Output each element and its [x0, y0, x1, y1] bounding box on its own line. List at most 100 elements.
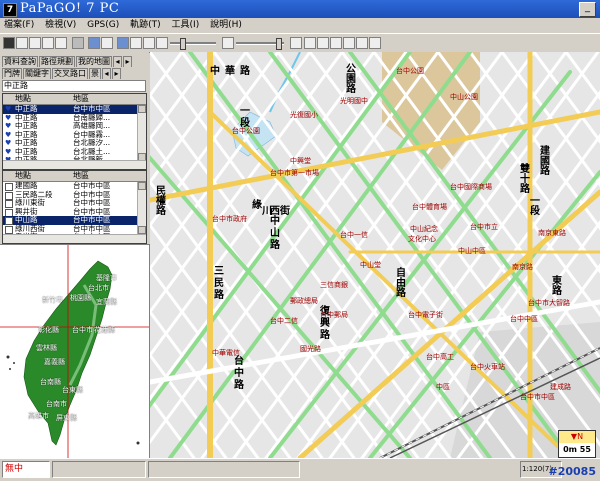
search-road-field[interactable]: 中正路	[2, 80, 146, 92]
place-label[interactable]: 中山堂	[360, 260, 381, 270]
zoom-slider-thumb[interactable]	[276, 38, 282, 50]
tab-house-number[interactable]: 門牌	[2, 68, 22, 79]
cross-road-list[interactable]: 地點 地區 建國路 台中市中區 三民路二段 台中市中區 綠川東街 台中市中區 興井街 台中市中…	[2, 170, 147, 244]
menu-tools[interactable]: 工具(I)	[168, 18, 204, 33]
papago-icon[interactable]	[3, 37, 15, 49]
location-pin-icon: ♥	[5, 122, 12, 130]
place-label[interactable]: 台中高工	[426, 352, 454, 362]
compass-box[interactable]: ▼N 0m 55	[558, 430, 596, 458]
place-label[interactable]: 台中郵局	[320, 310, 348, 320]
place-label[interactable]: 台中中區	[510, 314, 538, 324]
scroll-up-icon[interactable]	[138, 105, 146, 113]
place-label[interactable]: 台中國際商場	[450, 182, 492, 192]
cross-list-scrollbar[interactable]	[137, 182, 146, 234]
cross-list-col-name[interactable]: 地點	[15, 171, 31, 181]
place-label[interactable]: 三信商銀	[320, 280, 348, 290]
stop-icon[interactable]	[156, 37, 168, 49]
place-label[interactable]: 南京東路	[538, 228, 566, 238]
place-label[interactable]: 中山中區	[458, 246, 486, 256]
place-label[interactable]: 台中電子街	[408, 310, 443, 320]
place-label[interactable]: 光明國中	[340, 96, 368, 106]
menu-track[interactable]: 軌跡(T)	[126, 18, 165, 33]
place-label[interactable]: 台中體育場	[412, 202, 447, 212]
status-bar: 無中 1:120(7)	[0, 458, 600, 481]
place-label[interactable]: 中山紀念	[410, 224, 438, 234]
tab-scenic[interactable]: 景	[89, 68, 101, 79]
road-name-char: 街	[280, 206, 290, 217]
play-icon[interactable]	[130, 37, 142, 49]
road-name-char: 路	[346, 84, 356, 95]
tab2-scroll-left-icon[interactable]: ◂	[102, 68, 111, 79]
place-label[interactable]: 建成路	[550, 382, 571, 392]
zoom-fit-icon[interactable]	[343, 37, 355, 49]
road-list-col-area[interactable]: 地區	[73, 94, 89, 104]
minimize-button[interactable]: _	[579, 2, 596, 17]
place-label[interactable]: 台中公園	[396, 66, 424, 76]
speed-slider-track[interactable]	[170, 42, 216, 45]
road-name-char: 路	[156, 206, 166, 217]
place-label[interactable]: 台中市大智路	[528, 298, 570, 308]
place-label[interactable]: 台中市第一市場	[270, 168, 319, 178]
map-icon[interactable]	[117, 37, 129, 49]
place-label[interactable]: 中華電信	[212, 348, 240, 358]
cross-list-col-area[interactable]: 地區	[73, 171, 89, 181]
place-label[interactable]: 台中市政府	[212, 214, 247, 224]
place-label[interactable]: 郵政總局	[290, 296, 318, 306]
overview-label: 雲林縣	[36, 344, 57, 352]
road-list-scrollbar[interactable]	[137, 105, 146, 161]
place-label[interactable]: 台中市立	[470, 222, 498, 232]
place-label[interactable]: 光復國小	[290, 110, 318, 120]
pan-hand-icon[interactable]	[317, 37, 329, 49]
menu-file[interactable]: 檔案(F)	[0, 18, 38, 33]
place-label[interactable]: 中興堂	[290, 156, 311, 166]
place-label[interactable]: 台中火車站	[470, 362, 505, 372]
tab-data-query[interactable]: 資料查詢	[2, 56, 38, 67]
place-label[interactable]: 台中公園	[232, 126, 260, 136]
print-icon[interactable]	[72, 37, 84, 49]
grid-icon[interactable]	[88, 37, 100, 49]
place-label[interactable]: 文化中心	[408, 234, 436, 244]
overview-map[interactable]: 基隆市 台北市 桃園縣 新竹市 宜蘭縣 彰化縣 台中市 花蓮縣 雲林縣 嘉義縣 台南縣 台東縣 台南市高…	[0, 244, 150, 459]
cross-list-hscrollbar[interactable]	[3, 234, 146, 243]
menu-view[interactable]: 檢視(V)	[41, 18, 80, 33]
tab2-scroll-right-icon[interactable]: ▸	[112, 68, 121, 79]
scroll-down-icon[interactable]	[138, 226, 146, 234]
tab-keyword[interactable]: 關鍵字	[23, 68, 51, 79]
place-label[interactable]: 中山公園	[450, 92, 478, 102]
new-file-icon[interactable]	[16, 37, 28, 49]
tab-scroll-right-icon[interactable]: ▸	[123, 56, 132, 67]
place-label[interactable]: 南京路	[512, 262, 533, 272]
road-result-list[interactable]: 地點 地區 ♥ 中正路 台中市中區 ♥ 中正路 台南縣歸... ♥ 中正路 高雄縣岡... ♥ 中正…	[2, 93, 147, 170]
save-icon[interactable]	[42, 37, 54, 49]
overview-label: 新竹市	[42, 296, 63, 304]
pointer-icon[interactable]	[304, 37, 316, 49]
road-list-col-name[interactable]: 地點	[15, 94, 31, 104]
open-folder-icon[interactable]	[29, 37, 41, 49]
place-label[interactable]: 台中一信	[340, 230, 368, 240]
speed-slider-thumb[interactable]	[180, 38, 186, 50]
scroll-up-icon[interactable]	[138, 182, 146, 190]
place-label[interactable]: 國光路	[300, 344, 321, 354]
menu-gps[interactable]: GPS(G)	[83, 18, 123, 33]
zoom-out-icon[interactable]	[222, 37, 234, 49]
toolbar	[0, 33, 600, 53]
place-label[interactable]: 台中市中區	[520, 392, 555, 402]
taiwan-overview[interactable]	[0, 245, 149, 459]
main-map[interactable]: 中華路公園路一段中山路綠川西街民權路自由路復興路台中路建國路三民路雙十路一段東路…	[150, 52, 600, 458]
zoom-in-icon[interactable]	[290, 37, 302, 49]
road-list-hscrollbar[interactable]	[3, 160, 146, 169]
copy-icon[interactable]	[55, 37, 67, 49]
status-left-panel: 無中	[2, 461, 50, 478]
zoom-area-icon[interactable]	[330, 37, 342, 49]
tab-scroll-left-icon[interactable]: ◂	[113, 56, 122, 67]
tab-intersection[interactable]: 交叉路口	[52, 68, 88, 79]
pause-icon[interactable]	[143, 37, 155, 49]
layers-icon[interactable]	[101, 37, 113, 49]
place-label[interactable]: 中區	[436, 382, 450, 392]
tab-my-map[interactable]: 我的地圖	[76, 56, 112, 67]
settings-icon[interactable]	[369, 37, 381, 49]
place-label[interactable]: 台中二信	[270, 316, 298, 326]
refresh-icon[interactable]	[356, 37, 368, 49]
tab-route-planning[interactable]: 路徑規劃	[39, 56, 75, 67]
menu-help[interactable]: 說明(H)	[206, 18, 246, 33]
